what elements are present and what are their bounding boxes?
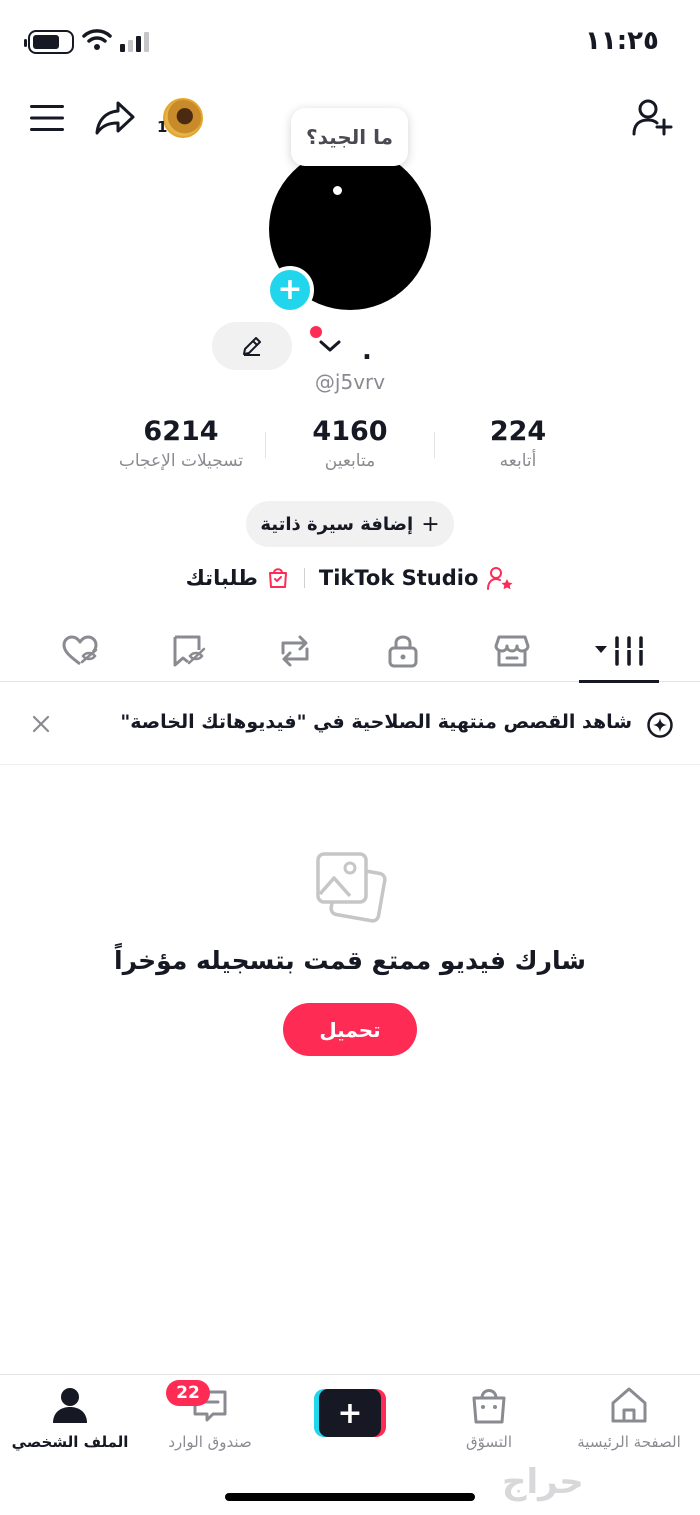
likes-count: 6214 <box>143 416 219 447</box>
profile-links: طلباتك TikTok Studio <box>0 562 700 594</box>
sparkle-icon <box>647 712 673 738</box>
tab-private[interactable] <box>363 620 443 682</box>
edit-profile-button[interactable] <box>212 322 292 370</box>
following-label: أتابعه <box>499 451 537 471</box>
tab-liked[interactable] <box>40 620 120 682</box>
nav-profile[interactable]: الملف الشخصي <box>0 1385 140 1451</box>
nav-inbox-label: صندوق الوارد <box>168 1433 252 1451</box>
nav-inbox[interactable]: صندوق الوارد <box>140 1385 280 1451</box>
repost-icon <box>281 635 309 667</box>
plus-icon: + <box>319 1389 381 1437</box>
gallery-icon <box>316 852 387 923</box>
empty-state-title: شارك فيديو ممتع قمت بتسجيله مؤخراً <box>114 946 586 975</box>
tab-shop[interactable] <box>472 620 552 682</box>
account-count: 1 <box>157 118 168 136</box>
tiktok-studio-link[interactable]: TikTok Studio <box>319 565 515 591</box>
add-bio-button[interactable]: + إضافة سيرة ذاتية <box>246 501 454 547</box>
orders-link[interactable]: طلباتك <box>186 566 290 590</box>
nav-home[interactable]: الصفحة الرئيسية <box>559 1385 699 1451</box>
add-friend-icon[interactable] <box>632 98 674 138</box>
expired-stories-banner[interactable]: شاهد القصص منتهية الصلاحية في "فيديوهاتك… <box>0 683 700 765</box>
home-indicator[interactable] <box>225 1493 475 1501</box>
followers-label: متابعين <box>324 451 376 471</box>
orders-label: طلباتك <box>185 566 258 590</box>
tooltip-whats-good[interactable]: ما الجيد؟ <box>291 108 408 166</box>
tiktok-studio-label: TikTok Studio <box>318 566 479 590</box>
account-avatar[interactable] <box>163 98 203 138</box>
close-icon[interactable] <box>30 713 52 735</box>
status-time: ١١:٢٥ <box>585 26 659 56</box>
shopping-bag-icon <box>268 568 287 588</box>
tab-videos[interactable] <box>579 620 659 683</box>
following-count: 224 <box>489 416 547 447</box>
nav-home-label: الصفحة الرئيسية <box>577 1433 681 1451</box>
tooltip-pointer <box>333 186 342 195</box>
stat-likes[interactable]: 6214 تسجيلات الإعجاب <box>86 416 276 471</box>
notification-dot <box>310 326 322 338</box>
likes-label: تسجيلات الإعجاب <box>118 451 244 471</box>
username-handle: @j5vrv <box>314 370 386 394</box>
menu-icon[interactable] <box>30 104 64 132</box>
followers-count: 4160 <box>312 416 388 447</box>
plus-icon: + <box>421 511 440 537</box>
shop-icon <box>494 635 530 667</box>
profile-icon <box>53 1388 87 1423</box>
signal-icon <box>120 32 149 52</box>
heart-hidden-icon <box>62 635 98 666</box>
home-icon <box>611 1387 647 1423</box>
chevron-down-icon[interactable] <box>318 338 342 354</box>
add-bio-label: إضافة سيرة ذاتية <box>260 513 414 535</box>
pencil-icon <box>243 337 261 356</box>
shopping-bag-icon <box>472 1389 506 1424</box>
tab-reposts[interactable] <box>255 620 335 682</box>
videos-grid-icon <box>595 636 643 666</box>
links-separator <box>303 568 305 588</box>
upload-button[interactable]: تحميل <box>283 1003 417 1056</box>
bookmark-hidden-icon <box>173 635 206 667</box>
banner-text: شاهد القصص منتهية الصلاحية في "فيديوهاتك… <box>120 711 632 733</box>
lock-icon <box>388 635 418 668</box>
share-icon[interactable] <box>94 100 136 136</box>
nav-profile-label: الملف الشخصي <box>11 1433 129 1451</box>
tab-favorites[interactable] <box>150 620 230 682</box>
content-tabs <box>0 620 700 683</box>
watermark-logo: حراج <box>502 1462 584 1502</box>
creator-star-icon <box>487 567 513 590</box>
stat-following[interactable]: 224 أتابعه <box>423 416 613 471</box>
create-button[interactable]: + <box>314 1389 386 1437</box>
wifi-icon <box>82 29 112 50</box>
display-name: . <box>362 336 372 366</box>
nav-shop-label: التسوّق <box>465 1433 513 1451</box>
stat-followers[interactable]: 4160 متابعين <box>255 416 445 471</box>
add-story-button[interactable]: + <box>266 266 314 314</box>
inbox-badge: 22 <box>166 1380 210 1406</box>
battery-icon <box>24 30 74 54</box>
nav-shop[interactable]: التسوّق <box>419 1385 559 1451</box>
